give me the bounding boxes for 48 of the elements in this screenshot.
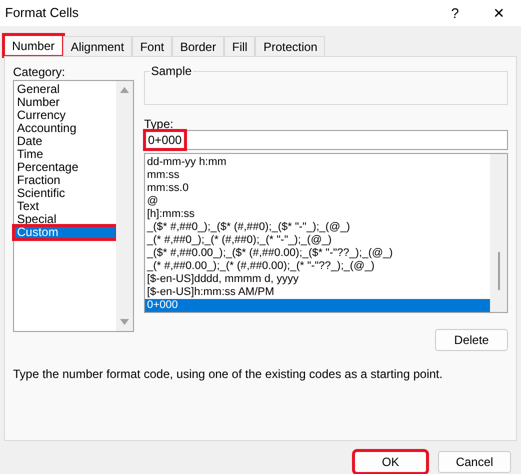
close-button[interactable]: ✕ [477, 2, 521, 24]
tab[interactable]: Fill [224, 36, 256, 56]
tab[interactable]: Alignment [62, 36, 132, 56]
type-item[interactable]: mm:ss [145, 169, 490, 182]
category-item[interactable]: Special [14, 213, 116, 226]
category-item[interactable]: Fraction [14, 174, 116, 187]
type-item[interactable]: [$-en-US]h:mm:ss AM/PM [145, 286, 490, 299]
type-list[interactable] [144, 153, 508, 313]
category-label: Category: [13, 64, 66, 78]
type-item[interactable]: dd-mm-yy h:mm [145, 156, 490, 169]
category-item[interactable]: Custom [14, 226, 116, 239]
tab[interactable]: Border [172, 36, 224, 56]
type-item[interactable]: _(* #,##0.00_);_(* (#,##0.00);_(* "-"??_);_(@_) [145, 260, 490, 273]
type-item[interactable]: 0+000 [145, 299, 490, 312]
type-item[interactable]: @ [145, 195, 490, 208]
type-value: 0+000 [145, 131, 185, 149]
cancel-button[interactable]: Cancel [438, 451, 511, 473]
category-item[interactable]: Text [14, 200, 116, 213]
type-item[interactable]: [$-en-US]dddd, mmmm d, yyyy [145, 273, 490, 286]
type-item[interactable]: _($* #,##0.00_);_($* (#,##0.00);_($* "-"??_);_(@_) [145, 247, 490, 260]
category-item[interactable]: Date [14, 135, 116, 148]
tab[interactable]: Font [132, 36, 172, 56]
category-item[interactable]: Number [14, 96, 116, 109]
ok-button[interactable]: OK [354, 451, 427, 473]
help-button[interactable]: ? [433, 2, 477, 24]
scrollbar[interactable] [490, 154, 507, 312]
window-title: Format Cells [5, 4, 79, 22]
type-field[interactable]: 0+000 [144, 130, 508, 150]
type-item[interactable]: _(* #,##0_);_(* (#,##0);_(* "-"_);_(@_) [145, 234, 490, 247]
category-item[interactable]: Time [14, 148, 116, 161]
hint-text: Type the number format code, using one of the existing codes as a starting point. [13, 366, 444, 383]
category-item[interactable]: General [14, 83, 116, 96]
delete-button[interactable]: Delete [435, 329, 508, 351]
scrollbar[interactable] [116, 81, 133, 331]
scroll-up-icon[interactable] [120, 87, 129, 93]
type-item[interactable]: [h]:mm:ss [145, 208, 490, 221]
type-item[interactable]: mm:ss.0 [145, 182, 490, 195]
category-item[interactable]: Percentage [14, 161, 116, 174]
type-item[interactable]: _($* #,##0_);_($* (#,##0);_($* "-"_);_(@_) [145, 221, 490, 234]
category-item[interactable]: Accounting [14, 122, 116, 135]
scroll-down-icon[interactable] [120, 319, 129, 325]
sample-label: Sample [150, 64, 193, 78]
category-list[interactable]: General Number Currency Accounting Date Time Percentage Fraction Scientific Text Special Custom [13, 80, 134, 332]
scrollbar-thumb[interactable] [498, 252, 500, 290]
category-item[interactable]: Currency [14, 109, 116, 122]
category-item[interactable]: Scientific [14, 187, 116, 200]
tab[interactable]: Protection [255, 36, 326, 56]
tab[interactable]: Number [4, 35, 63, 56]
